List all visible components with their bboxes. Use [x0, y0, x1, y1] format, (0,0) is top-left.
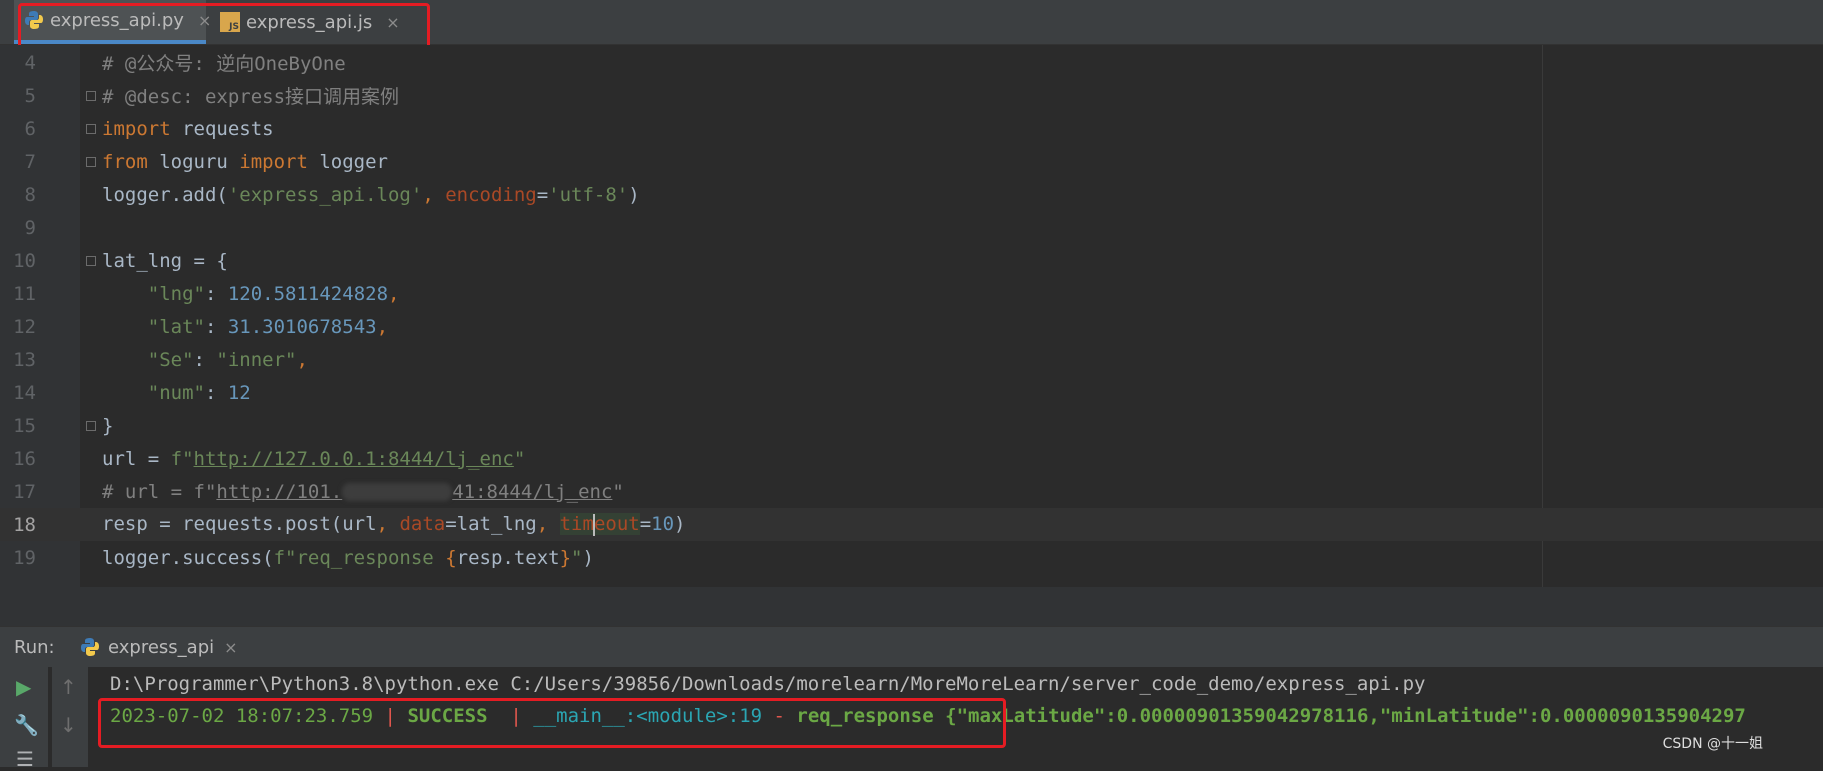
line-number: 11	[13, 282, 36, 305]
code-text: "lat": 31.3010678543,	[147, 315, 389, 338]
code-line: 5 # @desc: express接口调用案例	[0, 79, 1823, 112]
code-line: 17 # url = f"http://101. 41:8444/lj_enc"	[0, 475, 1823, 508]
code-text: resp = requests.post(url, data=lat_lng, …	[102, 513, 686, 536]
run-tool-window-header: Run: express_api ×	[0, 626, 1823, 667]
line-number: 16	[13, 447, 36, 470]
line-number: 6	[24, 117, 36, 140]
watermark: CSDN @十一姐	[1662, 736, 1763, 752]
line-number: 14	[13, 381, 36, 404]
code-text: logger.success(f"req_response {resp.text…	[102, 546, 594, 569]
code-line: 11 "lng": 120.5811424828,	[0, 277, 1823, 310]
code-line: 7 from loguru import logger	[0, 145, 1823, 178]
code-text: # url = f"http://101. 41:8444/lj_enc"	[102, 480, 624, 503]
fold-marker-icon[interactable]	[86, 90, 96, 101]
line-number: 5	[24, 84, 36, 107]
rerun-play-icon[interactable]: ▶	[16, 675, 31, 699]
close-icon[interactable]: ×	[224, 638, 237, 657]
fold-marker-icon[interactable]	[86, 123, 96, 134]
python-run-icon	[80, 637, 100, 657]
menu-icon[interactable]: ☰	[16, 747, 34, 771]
line-number: 7	[24, 150, 36, 173]
run-toolbar: ▶ 🔧 ☰	[0, 667, 48, 771]
panel-divider[interactable]	[0, 587, 1823, 626]
run-tab-express-api[interactable]: express_api ×	[80, 637, 238, 658]
code-line: 8 logger.add('express_api.log', encoding…	[0, 178, 1823, 211]
run-label: Run:	[14, 636, 55, 658]
code-text: lat_lng = {	[102, 249, 228, 272]
arrow-down-icon[interactable]: ↓	[60, 713, 77, 737]
code-text: }	[102, 414, 114, 437]
line-number: 10	[13, 249, 36, 272]
code-text: from loguru import logger	[102, 150, 388, 173]
code-line: 19 logger.success(f"req_response {resp.t…	[0, 541, 1823, 574]
line-number: 9	[24, 216, 36, 239]
arrow-up-icon[interactable]: ↑	[60, 675, 77, 699]
code-line: 10 lat_lng = {	[0, 244, 1823, 277]
code-text: "Se": "inner",	[147, 348, 308, 371]
code-line: 16 url = f"http://127.0.0.1:8444/lj_enc"	[0, 442, 1823, 475]
line-number: 15	[13, 414, 36, 437]
line-number: 19	[13, 546, 36, 569]
line-number: 18	[13, 513, 36, 536]
console-annotation-box	[98, 698, 1006, 748]
code-text: # @公众号: 逆向OneByOne	[102, 53, 346, 75]
wrench-icon[interactable]: 🔧	[14, 713, 39, 737]
code-line: 6 import requests	[0, 112, 1823, 145]
code-text: # @desc: express接口调用案例	[102, 86, 400, 108]
line-number: 12	[13, 315, 36, 338]
code-line: 14 "num": 12	[0, 376, 1823, 409]
code-line: 9	[0, 211, 1823, 244]
run-tab-label: express_api	[108, 636, 215, 658]
line-number: 17	[13, 480, 36, 503]
console-command-line: D:\Programmer\Python3.8\python.exe C:/Us…	[110, 673, 1426, 695]
code-line: 4 # @公众号: 逆向OneByOne	[0, 46, 1823, 79]
code-line: 13 "Se": "inner",	[0, 343, 1823, 376]
code-editor[interactable]: 4 # @公众号: 逆向OneByOne 5 # @desc: express接…	[0, 45, 1823, 587]
code-text: url = f"http://127.0.0.1:8444/lj_enc"	[102, 447, 526, 470]
line-number: 13	[13, 348, 36, 371]
code-line: 15 }	[0, 409, 1823, 442]
code-line-current: 18 resp = requests.post(url, data=lat_ln…	[0, 508, 1823, 541]
code-text: import requests	[102, 117, 274, 140]
code-text: logger.add('express_api.log', encoding='…	[102, 183, 640, 206]
fold-marker-icon[interactable]	[86, 420, 96, 431]
fold-marker-icon[interactable]	[86, 255, 96, 266]
code-line: 12 "lat": 31.3010678543,	[0, 310, 1823, 343]
code-text: "lng": 120.5811424828,	[147, 282, 400, 305]
redacted-blur	[342, 483, 453, 501]
run-toolbar-secondary: ↑ ↓	[52, 667, 88, 767]
fold-marker-icon[interactable]	[86, 156, 96, 167]
line-number: 4	[24, 51, 36, 74]
line-number: 8	[24, 183, 36, 206]
code-text: "num": 12	[147, 381, 251, 404]
